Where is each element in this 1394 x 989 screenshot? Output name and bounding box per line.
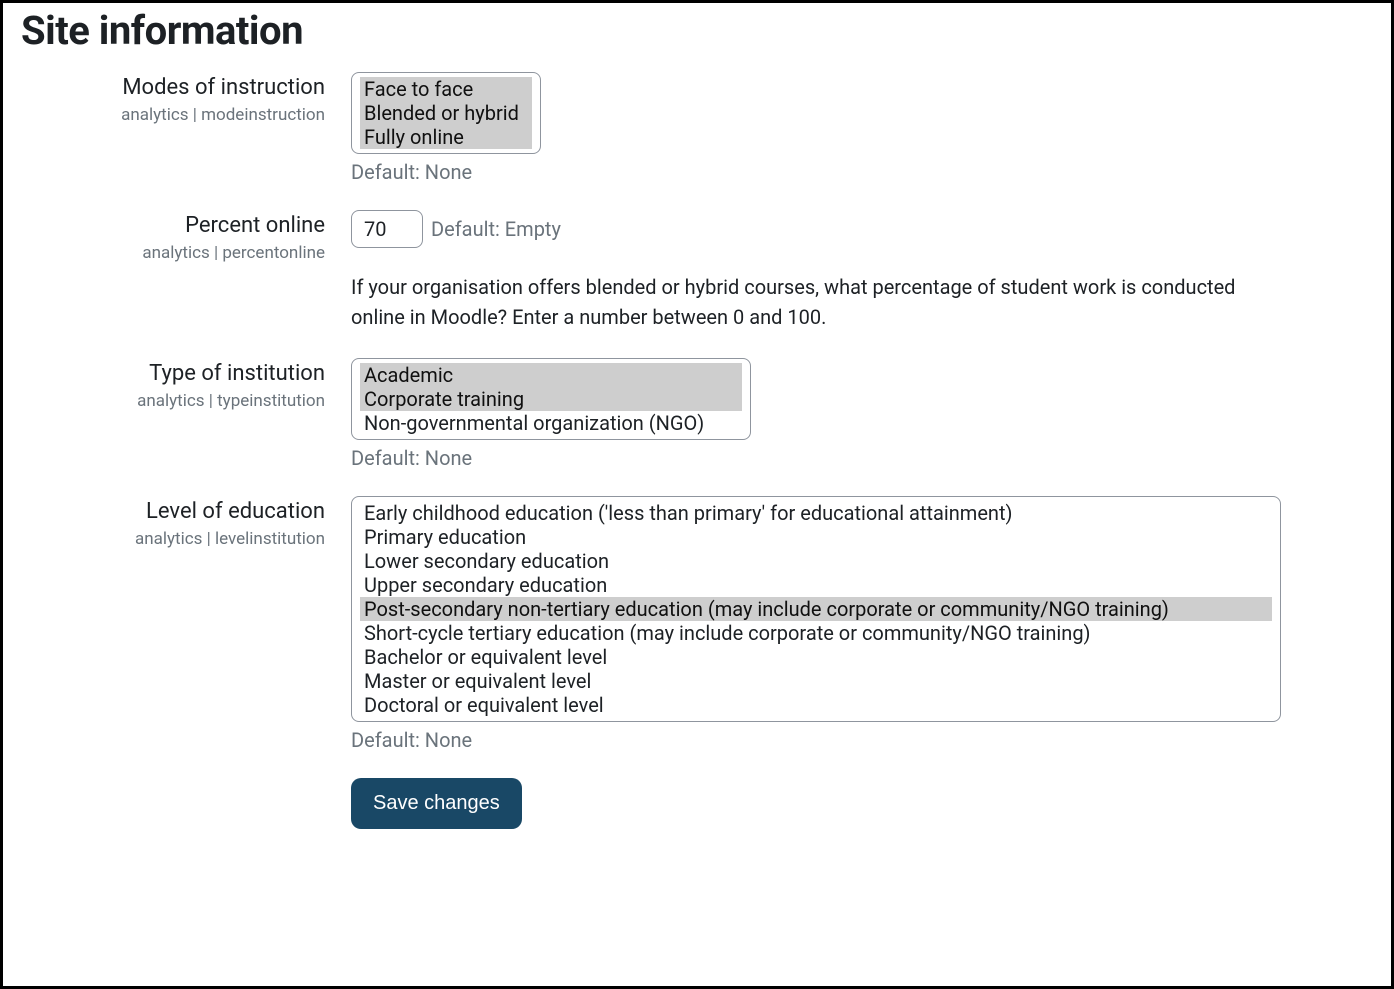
default-hint-percent: Default: Empty bbox=[431, 217, 561, 241]
save-changes-button[interactable]: Save changes bbox=[351, 778, 522, 829]
row-type-of-institution: Type of institution analytics | typeinst… bbox=[21, 358, 1373, 470]
type-of-institution-select[interactable]: AcademicCorporate trainingNon-government… bbox=[351, 358, 751, 440]
description-percent-online: If your organisation offers blended or h… bbox=[351, 272, 1271, 332]
setting-key-modes: analytics | modeinstruction bbox=[21, 105, 325, 125]
label-modes-of-instruction: Modes of instruction bbox=[21, 74, 325, 103]
row-level-of-education: Level of education analytics | levelinst… bbox=[21, 496, 1373, 752]
setting-key-level: analytics | levelinstitution bbox=[21, 529, 325, 549]
level-of-education-select[interactable]: Early childhood education ('less than pr… bbox=[351, 496, 1281, 722]
label-percent-online: Percent online bbox=[21, 212, 325, 241]
modes-of-instruction-select[interactable]: Face to faceBlended or hybridFully onlin… bbox=[351, 72, 541, 154]
setting-key-percent: analytics | percentonline bbox=[21, 243, 325, 263]
default-hint-type: Default: None bbox=[351, 446, 1311, 470]
setting-key-type: analytics | typeinstitution bbox=[21, 391, 325, 411]
default-hint-level: Default: None bbox=[351, 728, 1311, 752]
label-type-of-institution: Type of institution bbox=[21, 360, 325, 389]
label-level-of-education: Level of education bbox=[21, 498, 325, 527]
default-hint-modes: Default: None bbox=[351, 160, 1311, 184]
row-percent-online: Percent online analytics | percentonline… bbox=[21, 210, 1373, 332]
page-title: Site information bbox=[21, 7, 1373, 54]
row-modes-of-instruction: Modes of instruction analytics | modeins… bbox=[21, 72, 1373, 184]
percent-online-input[interactable] bbox=[351, 210, 423, 248]
